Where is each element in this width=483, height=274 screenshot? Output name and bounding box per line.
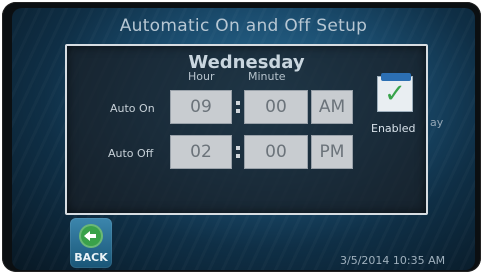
timestamp: 3/5/2014 10:35 AM xyxy=(340,254,446,267)
background-text: ay xyxy=(430,116,444,129)
auto-off-minute-field[interactable]: 00 xyxy=(244,135,308,169)
enabled-label: Enabled xyxy=(371,122,416,135)
auto-off-hour-field[interactable]: 02 xyxy=(170,135,232,169)
auto-off-ampm-field[interactable]: PM xyxy=(311,135,353,169)
auto-on-ampm-field[interactable]: AM xyxy=(311,90,353,124)
calendar-cap xyxy=(381,73,411,81)
auto-on-label: Auto On xyxy=(110,102,155,115)
screen: Automatic On and Off Setup Wednesday Hou… xyxy=(12,8,475,270)
minute-column-label: Minute xyxy=(248,70,286,83)
time-separator xyxy=(236,98,240,116)
day-title: Wednesday xyxy=(188,52,305,73)
page-title: Automatic On and Off Setup xyxy=(119,16,368,36)
back-button[interactable]: BACK xyxy=(70,218,112,268)
auto-on-minute-field[interactable]: 00 xyxy=(244,90,308,124)
auto-on-hour-field[interactable]: 09 xyxy=(170,90,232,124)
device-bezel: Automatic On and Off Setup Wednesday Hou… xyxy=(2,2,481,272)
enabled-checkbox[interactable]: ✓ xyxy=(377,73,413,112)
time-separator xyxy=(236,143,240,161)
schedule-dialog: Wednesday Hour Minute Auto On 09 00 AM A… xyxy=(65,44,428,215)
hour-column-label: Hour xyxy=(188,70,215,83)
back-label: BACK xyxy=(74,251,108,264)
auto-off-label: Auto Off xyxy=(108,147,154,160)
check-icon: ✓ xyxy=(384,79,406,109)
back-arrow-icon xyxy=(79,224,103,248)
